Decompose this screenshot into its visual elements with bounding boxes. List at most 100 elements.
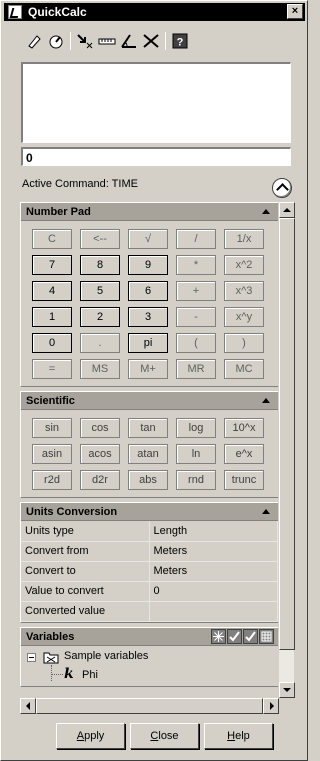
horizontal-scrollbar[interactable]	[20, 698, 279, 714]
digit-9-button[interactable]: 9	[128, 255, 168, 275]
new-variable-icon[interactable]	[211, 628, 226, 644]
table-row[interactable]: Convert to Meters	[21, 561, 278, 582]
number-pad-header[interactable]: Number Pad	[21, 203, 278, 221]
pi-button[interactable]: pi	[128, 333, 168, 353]
backspace-button[interactable]: <--	[80, 229, 120, 249]
apply-button[interactable]: Apply	[56, 723, 125, 749]
memory-store-button[interactable]: MS	[80, 359, 120, 379]
digit-2-button[interactable]: 2	[80, 307, 120, 327]
round-button[interactable]: rnd	[176, 470, 216, 490]
sin-button[interactable]: sin	[32, 418, 72, 438]
close-button[interactable]: Close	[130, 723, 199, 749]
digit-3-button[interactable]: 3	[128, 307, 168, 327]
abs-button[interactable]: abs	[128, 470, 168, 490]
digit-4-button[interactable]: 4	[32, 281, 72, 301]
digit-7-button[interactable]: 7	[32, 255, 72, 275]
convert-from-value[interactable]: Meters	[149, 541, 278, 562]
scroll-up-button[interactable]	[279, 202, 295, 218]
collapse-arrow-icon[interactable]	[262, 398, 270, 403]
decimal-button[interactable]: .	[80, 333, 120, 353]
log-button[interactable]: log	[176, 418, 216, 438]
help-button[interactable]: Help	[204, 723, 273, 749]
digit-8-button[interactable]: 8	[80, 255, 120, 275]
number-pad-title: Number Pad	[26, 206, 91, 218]
scroll-right-arrow-icon	[270, 702, 274, 710]
horizontal-scroll-thumb[interactable]	[36, 698, 263, 714]
memory-recall-button[interactable]: MR	[176, 359, 216, 379]
vertical-scrollbar[interactable]	[278, 202, 295, 698]
help-icon[interactable]: ?	[169, 31, 191, 51]
close-paren-button[interactable]: )	[224, 333, 264, 353]
apply-label: pply	[84, 730, 105, 742]
acos-button[interactable]: acos	[80, 444, 120, 464]
square-button[interactable]: x^2	[224, 255, 264, 275]
get-coordinates-icon[interactable]	[74, 31, 96, 51]
units-type-value[interactable]: Length	[149, 521, 278, 542]
subtract-button[interactable]: -	[176, 307, 216, 327]
cos-button[interactable]: cos	[80, 418, 120, 438]
units-conversion-header[interactable]: Units Conversion	[21, 503, 278, 521]
paste-icon[interactable]	[45, 31, 67, 51]
digit-0-button[interactable]: 0	[32, 333, 72, 353]
edit-variable-icon[interactable]	[227, 628, 242, 644]
calculator-input[interactable]: 0	[21, 147, 291, 166]
divide-button[interactable]: /	[176, 229, 216, 249]
exp-button[interactable]: e^x	[224, 444, 264, 464]
units-type-label: Units type	[21, 521, 150, 542]
add-button[interactable]: +	[176, 281, 216, 301]
calculator-variable-icon[interactable]	[259, 628, 274, 644]
eraser-icon[interactable]	[23, 31, 45, 51]
table-row[interactable]: Value to convert 0	[21, 581, 278, 602]
multiply-button[interactable]: *	[176, 255, 216, 275]
ln-button[interactable]: ln	[176, 444, 216, 464]
clear-button[interactable]: C	[32, 229, 72, 249]
asin-button[interactable]: asin	[32, 444, 72, 464]
table-row[interactable]: Convert from Meters	[21, 541, 278, 562]
converted-value-field	[149, 601, 278, 622]
sqrt-button[interactable]: √	[128, 229, 168, 249]
scroll-right-button[interactable]	[263, 698, 279, 714]
degrees-to-radians-button[interactable]: d2r	[80, 470, 120, 490]
convert-to-label: Convert to	[21, 561, 150, 582]
digit-6-button[interactable]: 6	[128, 281, 168, 301]
memory-add-button[interactable]: M+	[128, 359, 168, 379]
digit-1-button[interactable]: 1	[32, 307, 72, 327]
distance-icon[interactable]	[96, 31, 118, 51]
value-to-convert-field[interactable]: 0	[149, 581, 278, 602]
collapse-arrow-icon[interactable]	[262, 209, 270, 214]
scroll-left-button[interactable]	[20, 698, 36, 714]
radians-to-degrees-button[interactable]: r2d	[32, 470, 72, 490]
variables-header[interactable]: Variables	[21, 627, 278, 646]
truncate-button[interactable]: trunc	[224, 470, 264, 490]
angle-icon[interactable]	[118, 31, 140, 51]
table-row[interactable]: Units type Length	[21, 521, 278, 542]
tree-item-sample-variables[interactable]: Sample variables	[64, 650, 148, 662]
equals-button[interactable]: =	[32, 359, 72, 379]
ten-power-button[interactable]: 10^x	[224, 418, 264, 438]
close-window-button[interactable]: ×	[287, 4, 303, 19]
cube-button[interactable]: x^3	[224, 281, 264, 301]
help-label: elp	[235, 730, 250, 742]
memory-clear-button[interactable]: MC	[224, 359, 264, 379]
scientific-title: Scientific	[26, 395, 75, 407]
tree-item-phi[interactable]: Phi	[82, 669, 98, 681]
collapse-arrow-icon[interactable]	[262, 509, 270, 514]
intersection-icon[interactable]	[140, 31, 162, 51]
atan-button[interactable]: atan	[128, 444, 168, 464]
title-bar[interactable]: QuickCalc ×	[4, 3, 305, 21]
delete-variable-icon[interactable]	[243, 628, 258, 644]
table-row[interactable]: Converted value	[21, 601, 278, 622]
collapse-panel-button[interactable]	[272, 178, 292, 198]
tan-button[interactable]: tan	[128, 418, 168, 438]
reciprocal-button[interactable]: 1/x	[224, 229, 264, 249]
digit-5-button[interactable]: 5	[80, 281, 120, 301]
convert-to-value[interactable]: Meters	[149, 561, 278, 582]
active-command-label: Active Command: TIME	[22, 178, 138, 190]
open-paren-button[interactable]: (	[176, 333, 216, 353]
tree-collapse-icon[interactable]	[27, 652, 36, 662]
scientific-header[interactable]: Scientific	[21, 392, 278, 410]
scroll-thumb[interactable]	[279, 218, 295, 650]
close-label: lose	[158, 730, 179, 742]
scroll-down-button[interactable]	[279, 682, 295, 698]
power-button[interactable]: x^y	[224, 307, 264, 327]
